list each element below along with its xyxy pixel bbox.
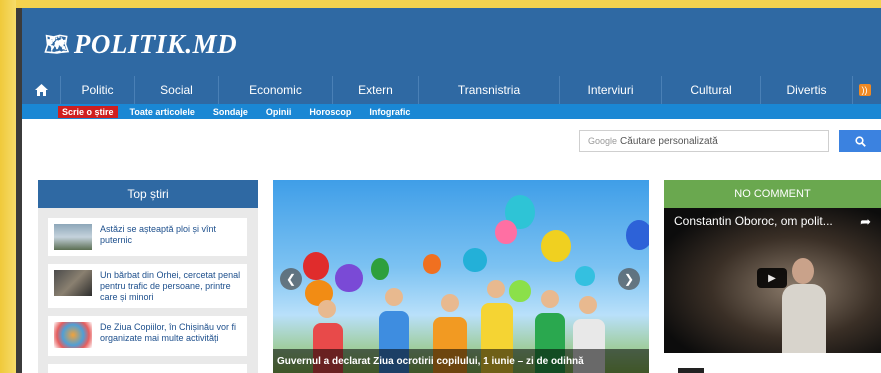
- google-label: Google: [588, 136, 618, 146]
- subnav-opinions[interactable]: Opinii: [266, 107, 292, 117]
- nav-cultural[interactable]: Cultural: [661, 76, 760, 104]
- share-icon[interactable]: ➦: [860, 214, 871, 230]
- nav-politic[interactable]: Politic: [60, 76, 134, 104]
- list-item[interactable]: Un bărbat din Orhei, cercetat penal pent…: [48, 264, 247, 308]
- featured-slider[interactable]: ❮ ❯ Guvernul a declarat Ziua ocrotirii c…: [273, 180, 649, 373]
- news-thumbnail: [54, 224, 92, 250]
- list-item[interactable]: [48, 364, 247, 373]
- chevron-left-icon: ❮: [285, 272, 297, 286]
- subnav-all-articles[interactable]: Toate articolele: [130, 107, 195, 117]
- news-title: Astăzi se așteaptă ploi și vînt puternic: [100, 224, 217, 245]
- top-news-title: Top știri: [38, 180, 258, 208]
- main-nav: Politic Social Economic Extern Transnist…: [22, 76, 881, 104]
- search-icon: [854, 135, 866, 147]
- no-comment-panel: NO COMMENT Constantin Oboroc, om polit..…: [664, 180, 881, 353]
- subnav-infographic[interactable]: Infografic: [369, 107, 410, 117]
- sub-nav: Scrie o știre Toate articolele Sondaje O…: [22, 104, 881, 119]
- news-thumbnail: [678, 368, 704, 373]
- nav-social[interactable]: Social: [134, 76, 218, 104]
- news-thumbnail: [54, 270, 92, 296]
- video-player[interactable]: Constantin Oboroc, om polit... ➦ ▶: [664, 208, 881, 353]
- site-header: 🗺 POLITIK.MD Politic Social Economic Ext…: [22, 8, 881, 104]
- nav-extern[interactable]: Extern: [332, 76, 418, 104]
- play-button[interactable]: ▶: [757, 268, 787, 288]
- list-item[interactable]: De Ziua Copiilor, în Chișinău vor fi org…: [48, 316, 247, 356]
- subnav-polls[interactable]: Sondaje: [213, 107, 248, 117]
- slider-next-button[interactable]: ❯: [618, 268, 640, 290]
- news-title: De Ziua Copiilor, în Chișinău vor fi org…: [100, 322, 237, 343]
- top-news-panel: Top știri Astăzi se așteaptă ploi și vîn…: [38, 180, 258, 373]
- page: 🗺 POLITIK.MD Politic Social Economic Ext…: [22, 8, 881, 373]
- search-input[interactable]: Google Căutare personalizată: [579, 130, 829, 152]
- no-comment-title: NO COMMENT: [664, 180, 881, 208]
- background-edge: [0, 0, 16, 373]
- search-button[interactable]: [839, 130, 881, 152]
- video-person: [782, 258, 826, 353]
- logo-text: POLITIK.MD: [73, 28, 238, 59]
- slider-caption[interactable]: Guvernul a declarat Ziua ocrotirii copil…: [273, 349, 649, 373]
- nav-divertis[interactable]: Divertis: [760, 76, 852, 104]
- site-logo[interactable]: 🗺 POLITIK.MD: [44, 26, 237, 62]
- subnav-write-news[interactable]: Scrie o știre: [58, 105, 118, 118]
- world-map-icon: 🗺: [44, 33, 70, 56]
- nav-economic[interactable]: Economic: [218, 76, 332, 104]
- list-item[interactable]: Astăzi se așteaptă ploi și vînt puternic: [48, 218, 247, 256]
- news-title: Un bărbat din Orhei, cercetat penal pent…: [100, 270, 241, 302]
- rss-icon[interactable]: )): [852, 76, 876, 104]
- nav-transnistria[interactable]: Transnistria: [418, 76, 559, 104]
- search-placeholder: Căutare personalizată: [620, 135, 718, 147]
- chevron-right-icon: ❯: [623, 272, 635, 286]
- nav-interviuri[interactable]: Interviuri: [559, 76, 661, 104]
- home-icon[interactable]: [22, 76, 60, 104]
- news-thumbnail: [54, 322, 92, 348]
- subnav-horoscope[interactable]: Horoscop: [309, 107, 351, 117]
- video-title[interactable]: Constantin Oboroc, om polit...: [674, 214, 833, 228]
- slider-prev-button[interactable]: ❮: [280, 268, 302, 290]
- play-icon: ▶: [768, 272, 776, 284]
